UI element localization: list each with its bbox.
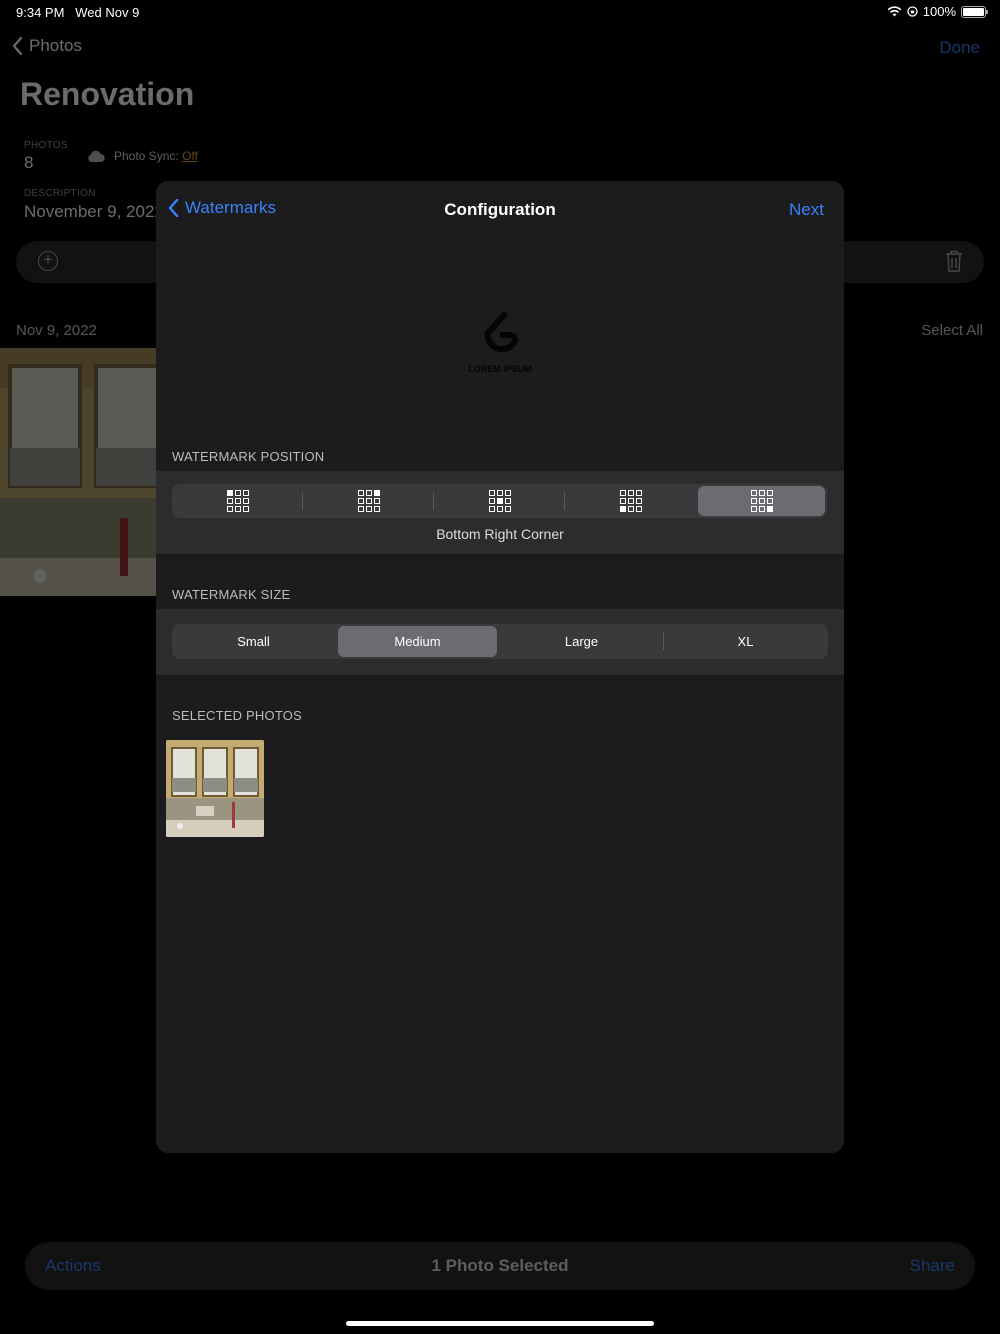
position-top-left[interactable] (174, 486, 301, 516)
position-center[interactable] (436, 486, 563, 516)
watermark-logo-text: LOREM IPSUM (468, 364, 532, 374)
selected-photos-label: SELECTED PHOTOS (172, 708, 302, 723)
grid-top-right-icon (357, 490, 380, 512)
watermarks-back-button[interactable]: Watermarks (168, 198, 276, 218)
description-value[interactable]: November 9, 2022 (24, 202, 164, 222)
photo-sync-value[interactable]: Off (182, 149, 198, 163)
add-icon[interactable]: + (38, 251, 58, 271)
grid-top-left-icon (226, 490, 249, 512)
size-large[interactable]: Large (502, 626, 661, 657)
position-segmented-control (172, 484, 827, 518)
bottom-toolbar: Actions 1 Photo Selected Share (25, 1242, 975, 1290)
position-top-right[interactable] (305, 486, 432, 516)
selected-photo-thumbnail[interactable] (166, 740, 264, 837)
configuration-sheet: Watermarks Configuration Next LOREM IPSU… (156, 181, 844, 1153)
size-small[interactable]: Small (174, 626, 333, 657)
cloud-icon (88, 150, 105, 162)
size-segmented-control: Small Medium Large XL (172, 624, 828, 659)
grid-bottom-left-icon (619, 490, 642, 512)
select-all-button[interactable]: Select All (921, 322, 983, 339)
photos-back-button[interactable]: Photos (12, 36, 82, 56)
watermark-size-label: WATERMARK SIZE (172, 587, 291, 602)
renovation-photo-thumbnail (166, 740, 264, 837)
trash-icon[interactable] (944, 249, 964, 273)
grid-bottom-right-icon (750, 490, 773, 512)
description-label: DESCRIPTION (24, 188, 96, 199)
photo-sync-label: Photo Sync: (114, 149, 179, 163)
chevron-left-icon (168, 199, 179, 217)
watermark-logo-icon: LOREM IPSUM (468, 310, 532, 374)
watermark-preview: LOREM IPSUM (466, 307, 534, 377)
size-xl[interactable]: XL (666, 626, 825, 657)
actions-button[interactable]: Actions (45, 1256, 101, 1276)
position-bottom-right[interactable] (698, 486, 825, 516)
next-button[interactable]: Next (789, 200, 824, 220)
size-medium[interactable]: Medium (338, 626, 497, 657)
watermark-position-label: WATERMARK POSITION (172, 449, 325, 464)
grid-center-icon (488, 490, 511, 512)
photos-count-label: PHOTOS (24, 140, 68, 151)
selection-count: 1 Photo Selected (431, 1256, 569, 1275)
position-bottom-left[interactable] (567, 486, 694, 516)
back-label: Photos (29, 36, 82, 55)
photo-sync-status[interactable]: Photo Sync: Off (86, 149, 198, 163)
album-nav-bar: Photos Done (0, 36, 1000, 62)
watermarks-back-label: Watermarks (185, 198, 276, 217)
home-indicator (346, 1321, 654, 1326)
album-title: Renovation (20, 76, 195, 112)
selected-position-caption: Bottom Right Corner (436, 526, 564, 542)
date-section-header: Nov 9, 2022 (16, 322, 97, 339)
chevron-left-icon (12, 37, 23, 55)
photos-count: 8 (24, 153, 34, 172)
share-button[interactable]: Share (910, 1256, 955, 1276)
done-button[interactable]: Done (939, 38, 980, 58)
